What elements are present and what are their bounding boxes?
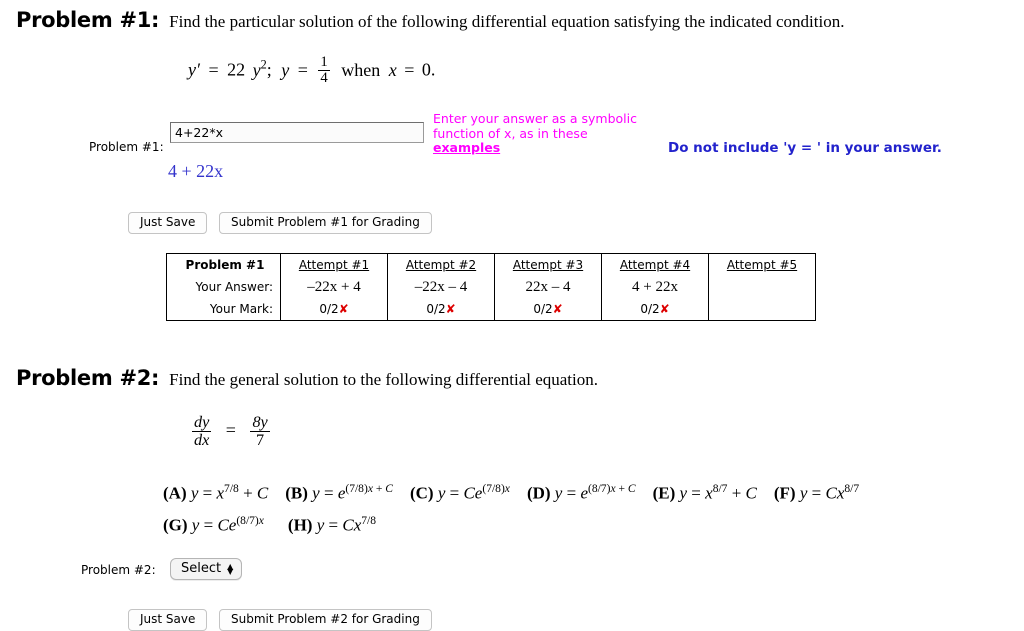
equation-separator: ; [266,59,272,80]
problem-1-description: Find the particular solution of the foll… [169,12,845,31]
select-label: Select [181,561,222,576]
cross-icon-2: ✘ [445,302,456,316]
attempt-answer-4: 4 + 22x [601,276,709,298]
attempt-answer-1: –22x + 4 [280,276,388,298]
chevron-up-down-icon: ▲ ▼ [227,561,234,576]
attempt-answer-2: –22x – 4 [387,276,495,298]
attempt-answer-3: 22x – 4 [494,276,602,298]
attempt-mark-4: 0/2✘ [601,298,709,321]
mark-value-4: 0/2 [640,302,660,316]
table-row-label-answer: Your Answer: [195,280,273,294]
problem-2-select-dropdown[interactable]: Select ▲ ▼ [170,558,243,580]
problem-2-choices-row-1: (A) y = x7/8 + C (B) y = e(7/8)x + C (C) y… [163,482,859,504]
problem-1-answer-input[interactable] [170,122,424,143]
problem-2-submit-button[interactable]: Submit Problem #2 for Grading [219,609,432,631]
problem-1-answer-label: Problem #1: [89,140,164,154]
problem-1-attempts-table: Problem #1 Attempt #1 Attempt #2 Attempt… [166,253,816,321]
when-text: when [341,59,381,80]
fraction-numerator: 1 [320,54,328,70]
choice-D-letter: (D) [526,483,551,503]
hint-line-1: Enter your answer as a symbolic [433,111,637,126]
equation-variable: y [252,59,261,80]
choice-F[interactable]: (F) y = Cx8/7 [774,482,859,504]
attempt-answer-5 [708,276,816,298]
choice-G[interactable]: (G) y = Ce(8/7)x [163,514,264,536]
mark-value-2: 0/2 [426,302,446,316]
table-row-label-problem: Problem #1 [185,258,265,272]
choice-H-letter: (H) [287,515,313,535]
rhs-denominator: 7 [250,430,270,449]
problem-2-description: Find the general solution to the followi… [169,370,598,389]
attempt-mark-3: 0/2✘ [494,298,602,321]
derivative-fraction: dy dx [192,413,212,449]
attempt-mark-2: 0/2✘ [387,298,495,321]
mark-value-3: 0/2 [533,302,553,316]
equation-coefficient: 22 [227,59,246,80]
choice-E-letter: (E) [652,483,676,503]
attempt-mark-1: 0/2✘ [280,298,388,321]
choice-D[interactable]: (D) y = e(8/7)x + C [527,482,636,504]
problem-1-hint-pink: Enter your answer as a symbolic function… [433,111,637,156]
when-value: 0. [421,59,436,80]
choice-C[interactable]: (C) y = Ce(7/8)x [410,482,510,504]
problem-1-label: Problem #1: [16,8,160,32]
cross-icon-4: ✘ [659,302,670,316]
equation-lhs: y′ [188,59,200,80]
table-row-answers: Your Answer: –22x + 4 –22x – 4 22x – 4 4… [167,276,816,298]
choice-F-letter: (F) [773,483,796,503]
derivative-denominator: dx [192,430,212,449]
derivative-numerator: dy [194,413,210,431]
condition-equals: = [297,59,308,80]
problem-1-hint-blue: Do not include 'y = ' in your answer. [668,140,942,156]
examples-link[interactable]: examples [433,140,500,155]
equation-equals: = [208,59,219,80]
choice-G-letter: (G) [163,515,188,535]
condition-variable: y [281,59,290,80]
rhs-numerator: 8y [252,413,268,431]
problem-2-just-save-button[interactable]: Just Save [128,609,208,631]
mark-value-1: 0/2 [319,302,339,316]
when-equals: = [404,59,415,80]
cross-icon-3: ✘ [552,302,563,316]
problem-2-answer-label: Problem #2: [81,563,156,577]
problem-2-equals: = [225,420,236,441]
table-row-headers: Problem #1 Attempt #1 Attempt #2 Attempt… [167,253,816,276]
problem-1-equation: y′ = 22 y2; y = 1 4 when x = 0. [188,54,436,87]
attempt-header-5: Attempt #5 [708,253,816,276]
problem-1-heading: Problem #1: Find the particular solution… [16,8,844,32]
problem-2-equation: dy dx = 8y 7 [190,413,272,449]
problem-1-just-save-button[interactable]: Just Save [128,212,208,234]
attempt-header-1: Attempt #1 [280,253,388,276]
attempt-mark-5 [708,298,816,321]
problem-2-heading: Problem #2: Find the general solution to… [16,366,598,390]
choice-A-letter: (A) [163,483,187,503]
when-variable: x [388,59,397,80]
choice-E[interactable]: (E) y = x8/7 + C [653,482,757,504]
rhs-fraction: 8y 7 [250,413,270,449]
attempt-header-4: Attempt #4 [601,253,709,276]
hint-line-2: function of x, as in these [433,125,588,141]
choice-H[interactable]: (H) y = Cx7/8 [288,514,376,536]
condition-fraction: 1 4 [318,54,330,87]
problem-2-label: Problem #2: [16,366,160,390]
choice-B-letter: (B) [285,483,308,503]
cross-icon-1: ✘ [338,302,349,316]
choice-B[interactable]: (B) y = e(7/8)x + C [285,482,393,504]
attempt-header-3: Attempt #3 [494,253,602,276]
problem-1-answer-preview: 4 + 22x [168,161,224,181]
attempt-header-2: Attempt #2 [387,253,495,276]
problem-1-submit-button[interactable]: Submit Problem #1 for Grading [219,212,432,234]
problem-2-choices-row-2: (G) y = Ce(8/7)x (H) y = Cx7/8 [163,514,376,536]
choice-C-letter: (C) [409,483,434,503]
table-row-marks: Your Mark: 0/2✘ 0/2✘ 0/2✘ 0/2✘ [167,298,816,321]
fraction-denominator: 4 [318,70,330,87]
table-row-label-mark: Your Mark: [209,302,273,316]
choice-A[interactable]: (A) y = x7/8 + C [163,482,268,504]
